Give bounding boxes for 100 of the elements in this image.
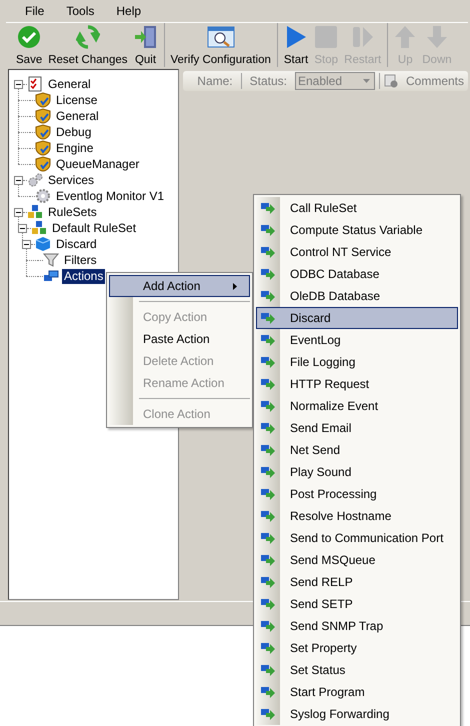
collapse-toggle[interactable]	[22, 240, 31, 248]
collapse-toggle[interactable]	[18, 224, 27, 232]
tree-item[interactable]: QueueManager	[54, 156, 142, 172]
menu-item[interactable]: Send to Communication Port	[256, 527, 458, 549]
collapse-toggle[interactable]	[14, 176, 23, 184]
action-arrow-icon	[261, 641, 275, 655]
menu-item[interactable]: Add Action	[109, 275, 250, 297]
tree-item[interactable]: Actions	[62, 268, 106, 284]
toolbar-button[interactable]: Start	[280, 23, 312, 67]
menu-item[interactable]: Send RELP	[256, 571, 458, 593]
action-arrow-icon	[261, 619, 275, 633]
menu-item[interactable]: Tools	[55, 1, 106, 21]
menu-item[interactable]: OleDB Database	[256, 285, 458, 307]
tree-item[interactable]: Filters	[62, 252, 99, 268]
status-label: Status:	[248, 74, 288, 88]
menu-item[interactable]: EventLog	[256, 329, 458, 351]
menu-item[interactable]: Send SNMP Trap	[256, 615, 458, 637]
checklist-icon	[27, 76, 43, 92]
menu-item[interactable]: File Logging	[256, 351, 458, 373]
action-arrow-icon	[261, 377, 275, 391]
action-arrow-icon	[261, 421, 275, 435]
toolbar-button[interactable]: Save	[13, 23, 46, 67]
menu-item[interactable]: Start Program	[256, 681, 458, 703]
tree-item[interactable]: License	[54, 92, 100, 108]
menu-item[interactable]: Normalize Event	[256, 395, 458, 417]
menu-item[interactable]: Play Sound	[256, 461, 458, 483]
action-arrow-icon	[261, 267, 275, 281]
action-arrow-icon	[261, 663, 275, 677]
menu-item[interactable]: Compute Status Variable	[256, 219, 458, 241]
menu-item[interactable]: Send MSQueue	[256, 549, 458, 571]
menu-item[interactable]: Resolve Hostname	[256, 505, 458, 527]
action-arrow-icon	[261, 597, 275, 611]
menu-item[interactable]: Syslog Forwarding	[256, 703, 458, 725]
toolbar-button[interactable]: Quit	[130, 23, 160, 67]
collapse-toggle[interactable]	[14, 80, 23, 88]
magnifier-window-icon	[206, 25, 235, 49]
menu-item[interactable]: Discard	[256, 307, 458, 329]
shield-check-icon	[35, 108, 51, 124]
action-arrow-icon	[261, 289, 275, 303]
toolbar-button[interactable]: Reset Changes	[45, 23, 130, 67]
tree-item[interactable]: Discard	[54, 236, 99, 252]
menu-item[interactable]: HTTP Request	[256, 373, 458, 395]
tree-item[interactable]: General	[46, 76, 93, 92]
tree-item[interactable]: Default RuleSet	[50, 220, 138, 236]
tree-item[interactable]: General	[54, 108, 101, 124]
gears-icon	[27, 172, 43, 188]
menu-item[interactable]: ODBC Database	[256, 263, 458, 285]
toolbar-button[interactable]: Verify Configuration	[168, 23, 274, 67]
action-arrow-icon	[261, 531, 275, 545]
action-arrow-icon	[261, 509, 275, 523]
action-arrow-icon	[261, 487, 275, 501]
door-icon	[134, 25, 158, 49]
tree-item[interactable]: Services	[46, 172, 96, 188]
tree-item[interactable]: Eventlog Monitor V1	[54, 188, 166, 204]
tree-item[interactable]: Debug	[54, 124, 94, 140]
play-icon	[284, 25, 308, 49]
up-arrow-icon	[394, 25, 416, 49]
name-label: Name:	[196, 74, 234, 88]
action-arrow-icon	[261, 685, 275, 699]
tree-item[interactable]: RuleSets	[46, 204, 99, 220]
menu-item[interactable]: Send Email	[256, 417, 458, 439]
shield-check-icon	[35, 124, 51, 140]
collapse-toggle[interactable]	[14, 208, 23, 216]
action-arrow-icon	[261, 311, 275, 325]
stop-icon	[314, 25, 338, 49]
action-arrow-icon	[261, 333, 275, 347]
shield-check-icon	[35, 140, 51, 156]
cubes-icon	[31, 220, 47, 236]
menu-item[interactable]: Control NT Service	[256, 241, 458, 263]
actions-icon	[43, 268, 59, 284]
menu-item[interactable]: Set Property	[256, 637, 458, 659]
tree-item[interactable]: Engine	[54, 140, 96, 156]
action-arrow-icon	[261, 245, 275, 259]
action-arrow-icon	[261, 575, 275, 589]
menu-item[interactable]: Help	[105, 1, 152, 21]
action-arrow-icon	[261, 707, 275, 721]
restart-icon	[350, 25, 375, 49]
action-arrow-icon	[261, 201, 275, 215]
menu-item[interactable]: Net Send	[256, 439, 458, 461]
funnel-icon	[43, 252, 59, 268]
cubes-icon	[27, 204, 43, 220]
menu-item[interactable]: Call RuleSet	[256, 197, 458, 219]
dropdown-caret-icon	[362, 79, 370, 83]
refresh-icon	[76, 25, 100, 49]
action-arrow-icon	[261, 399, 275, 413]
menu-item[interactable]: Paste Action	[109, 328, 250, 350]
menu-item[interactable]: File	[14, 1, 56, 21]
cube-icon	[35, 236, 51, 252]
menu-item[interactable]: Set Status	[256, 659, 458, 681]
menu-item[interactable]: Send SETP	[256, 593, 458, 615]
action-arrow-icon	[261, 223, 275, 237]
action-arrow-icon	[261, 443, 275, 457]
action-arrow-icon	[261, 465, 275, 479]
submenu-arrow-icon	[233, 283, 237, 290]
menu-item[interactable]: Post Processing	[256, 483, 458, 505]
comment-note-icon	[384, 74, 398, 88]
action-arrow-icon	[261, 553, 275, 567]
action-arrow-icon	[261, 355, 275, 369]
shield-check-icon	[35, 156, 51, 172]
checkmark-icon	[17, 25, 42, 49]
